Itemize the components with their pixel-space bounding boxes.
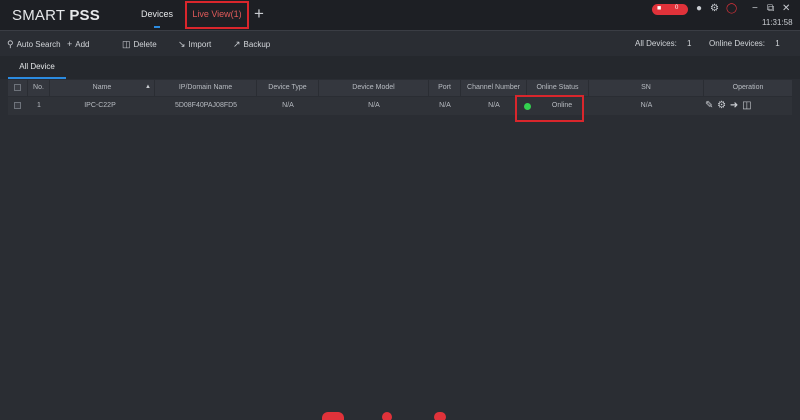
settings-icon[interactable]: ⚙ bbox=[717, 100, 726, 111]
restore-icon[interactable]: ⧉ bbox=[767, 3, 774, 15]
delete-button[interactable]: ◫ Delete bbox=[122, 38, 157, 50]
row-checkbox[interactable] bbox=[14, 102, 21, 109]
user-icon[interactable]: ● bbox=[696, 3, 702, 15]
column-header-ip[interactable]: IP/Domain Name bbox=[155, 80, 257, 96]
minimize-icon[interactable]: − bbox=[752, 3, 758, 15]
add-button[interactable]: + Add bbox=[67, 38, 90, 50]
column-header-name[interactable]: Name bbox=[50, 80, 155, 96]
cell-device-model: N/A bbox=[368, 102, 380, 109]
header-select-all-cell bbox=[8, 80, 28, 96]
device-table-header: No. Name ▲ IP/Domain Name Device Type De… bbox=[8, 80, 792, 96]
watermark-shape bbox=[382, 412, 392, 420]
trash-icon: ◫ bbox=[122, 39, 131, 49]
tab-devices-label: Devices bbox=[140, 9, 173, 19]
watermark-logo bbox=[318, 408, 458, 420]
column-header-no[interactable]: No. bbox=[28, 80, 50, 96]
online-status-highlight bbox=[515, 95, 584, 122]
column-header-port[interactable]: Port bbox=[429, 80, 461, 96]
clock: 11:31:58 bbox=[762, 18, 793, 27]
all-devices-label: All Devices: bbox=[635, 39, 677, 48]
tab-all-device-label: All Device bbox=[19, 62, 55, 71]
column-header-operation: Operation bbox=[732, 84, 764, 91]
tab-live-view[interactable]: Live View(1) bbox=[185, 1, 249, 29]
cell-sn: N/A bbox=[640, 102, 653, 109]
cell-name: IPC-C22P bbox=[84, 102, 116, 109]
backup-icon: ↗ bbox=[233, 39, 241, 49]
cell-port: N/A bbox=[439, 102, 451, 109]
logo-text-bold: PSS bbox=[69, 7, 100, 24]
row-operations: ✎ ⚙ ➜ ◫ bbox=[705, 100, 753, 112]
all-devices-count: 1 bbox=[687, 39, 692, 48]
active-subtab-indicator bbox=[8, 77, 66, 79]
import-button[interactable]: ↘ Import bbox=[178, 38, 211, 50]
active-tab-indicator bbox=[154, 26, 160, 28]
import-label: Import bbox=[188, 40, 212, 49]
column-header-channel-number[interactable]: Channel Number bbox=[461, 80, 527, 96]
close-icon[interactable]: ✕ bbox=[782, 3, 790, 15]
title-bar: SMART PSS Devices Live View(1) + ■ 0 ● ⚙… bbox=[0, 0, 800, 31]
tab-all-device[interactable]: All Device bbox=[8, 56, 66, 79]
all-devices-stat: All Devices: 1 bbox=[635, 38, 691, 50]
backup-label: Backup bbox=[243, 40, 271, 49]
sort-ascending-icon[interactable]: ▲ bbox=[145, 80, 151, 95]
app-window: SMART PSS Devices Live View(1) + ■ 0 ● ⚙… bbox=[0, 0, 800, 420]
logo-text-light: SMART bbox=[12, 7, 70, 24]
add-label: Add bbox=[75, 40, 90, 49]
device-group-tabs: All Device bbox=[0, 56, 800, 79]
add-tab-button[interactable]: + bbox=[252, 5, 266, 25]
app-logo: SMART PSS bbox=[12, 7, 100, 24]
auto-search-button[interactable]: ⚲ Auto Search bbox=[7, 38, 61, 50]
plus-icon: + bbox=[67, 39, 73, 49]
cell-device-type: N/A bbox=[282, 102, 294, 109]
gear-icon[interactable]: ⚙ bbox=[710, 3, 719, 15]
speaker-icon: ■ bbox=[657, 5, 662, 12]
cell-ip: 5D08F40PAJ08FD5 bbox=[174, 102, 238, 109]
online-devices-label: Online Devices: bbox=[709, 39, 766, 48]
lock-icon[interactable]: ◯ bbox=[726, 3, 737, 15]
backup-button[interactable]: ↗ Backup bbox=[233, 38, 270, 50]
watermark-shape bbox=[434, 412, 446, 420]
alarm-count: 0 bbox=[675, 5, 679, 11]
search-icon: ⚲ bbox=[7, 39, 14, 49]
watermark-shape bbox=[322, 412, 344, 420]
column-header-sn[interactable]: SN bbox=[589, 80, 704, 96]
tab-devices[interactable]: Devices bbox=[136, 0, 178, 31]
column-header-device-model[interactable]: Device Model bbox=[319, 80, 429, 96]
online-devices-count: 1 bbox=[775, 39, 780, 48]
alarm-badge[interactable]: ■ 0 bbox=[652, 4, 688, 15]
trash-icon[interactable]: ◫ bbox=[742, 100, 751, 111]
tab-live-view-label: Live View(1) bbox=[192, 9, 242, 19]
toolbar: ⚲ Auto Search + Add ◫ Delete ↘ Import ↗ Backu… bbox=[0, 32, 800, 54]
online-devices-stat: Online Devices: 1 bbox=[709, 38, 780, 50]
auto-search-label: Auto Search bbox=[16, 40, 61, 49]
logout-icon[interactable]: ➜ bbox=[730, 100, 738, 111]
table-row[interactable]: 1 IPC-C22P 5D08F40PAJ08FD5 N/A N/A N/A N… bbox=[8, 97, 792, 115]
edit-icon[interactable]: ✎ bbox=[705, 100, 713, 111]
delete-label: Delete bbox=[133, 40, 157, 49]
column-header-online-status[interactable]: Online Status bbox=[527, 80, 589, 96]
column-header-device-type[interactable]: Device Type bbox=[257, 80, 319, 96]
import-icon: ↘ bbox=[178, 39, 186, 49]
column-header-name-label: Name bbox=[92, 84, 112, 91]
cell-no: 1 bbox=[37, 102, 41, 109]
select-all-checkbox[interactable] bbox=[14, 84, 21, 91]
